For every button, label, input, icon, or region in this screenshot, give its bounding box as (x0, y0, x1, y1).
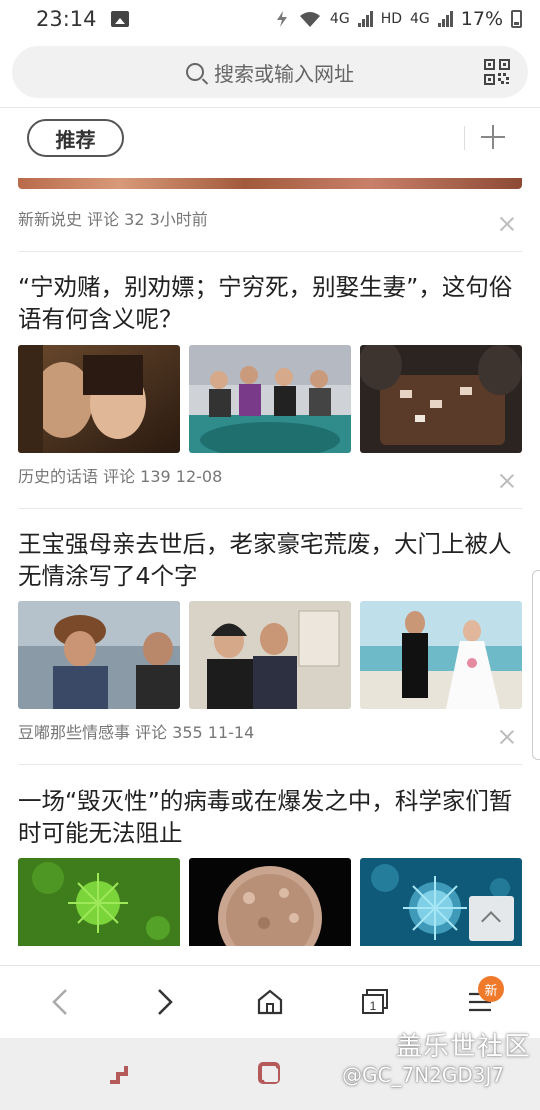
article-thumbnail[interactable] (360, 345, 522, 453)
close-icon[interactable] (500, 730, 514, 744)
status-bar: 23:14 4G HD 4G 17% (0, 0, 540, 38)
article-meta: 新新说史 评论 32 3小时前 (18, 210, 208, 229)
search-placeholder: 搜索或输入网址 (214, 61, 354, 86)
forward-icon[interactable] (147, 984, 183, 1020)
scroll-to-top-button[interactable] (469, 896, 514, 941)
system-home-icon[interactable] (256, 1060, 284, 1088)
row-divider (18, 764, 522, 765)
signal-icon (357, 11, 373, 27)
close-icon[interactable] (500, 474, 514, 488)
channel-separator (464, 126, 465, 150)
hd-label: HD (380, 11, 402, 27)
article-thumbnail[interactable] (18, 345, 180, 453)
wifi-icon (299, 12, 320, 27)
add-channel-icon[interactable] (481, 125, 505, 149)
svg-text:1: 1 (370, 999, 377, 1013)
battery-percent: 17% (460, 8, 503, 30)
header-divider (0, 107, 540, 108)
search-bar[interactable]: 搜索或输入网址 (12, 46, 528, 98)
article-thumbnail[interactable] (189, 345, 351, 453)
watermark-user: @GC_7N2GD3J7 (342, 1063, 505, 1087)
back-icon[interactable] (42, 984, 78, 1020)
article-title[interactable]: 王宝强母亲去世后，老家豪宅荒废，大门上被人无情涂写了4个字 (18, 528, 522, 592)
signal-icon-2 (437, 11, 453, 27)
battery-icon (511, 10, 522, 28)
tab-recommend[interactable]: 推荐 (27, 119, 124, 157)
article-thumbnail[interactable] (189, 601, 351, 709)
gallery-notification-icon (110, 11, 129, 27)
row-divider (18, 508, 522, 509)
status-time: 23:14 (36, 7, 97, 31)
article-title[interactable]: 一场“毁灭性”的病毒或在爆发之中，科学家们暂时可能无法阻止 (18, 785, 522, 849)
network-type-b: 4G (410, 11, 430, 27)
data-saver-icon (276, 11, 287, 27)
article-meta: 豆嘟那些情感事 评论 355 11-14 (18, 723, 255, 742)
article-thumbnail[interactable] (18, 858, 180, 946)
article-title[interactable]: “宁劝赌，别劝嫖；宁穷死，别娶生妻”，这句俗语有何含义呢？ (18, 271, 522, 335)
close-icon[interactable] (500, 217, 514, 231)
search-icon (186, 63, 204, 81)
home-icon[interactable] (252, 984, 288, 1020)
edge-panel-handle[interactable] (532, 570, 540, 760)
qr-scan-icon[interactable] (484, 59, 510, 85)
watermark-title: 盖乐世社区 (396, 1032, 532, 1062)
row-divider (18, 251, 522, 252)
article-image-partial[interactable] (18, 178, 522, 189)
article-thumbnail[interactable] (360, 601, 522, 709)
network-type-a: 4G (329, 11, 350, 27)
menu-new-badge: 新 (478, 976, 504, 1002)
article-thumbnail[interactable] (18, 601, 180, 709)
article-meta: 历史的话语 评论 139 12-08 (18, 467, 223, 486)
recent-apps-icon[interactable] (106, 1060, 134, 1088)
article-thumbnail[interactable] (189, 858, 351, 946)
tabs-icon[interactable]: 1 (357, 984, 393, 1020)
